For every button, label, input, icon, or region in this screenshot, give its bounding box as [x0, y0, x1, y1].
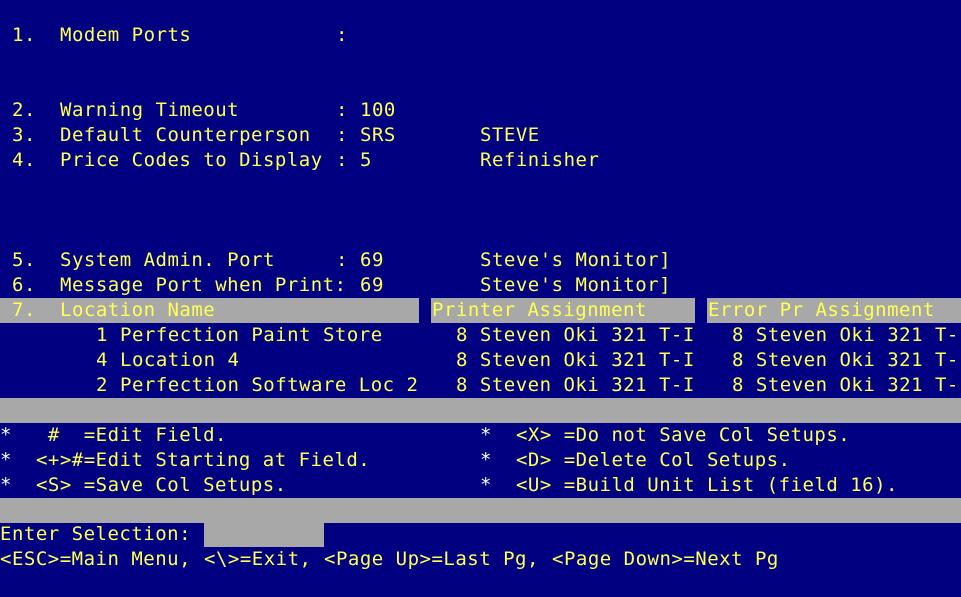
- location-name[interactable]: Perfection Paint Store: [120, 323, 383, 348]
- default-counterperson-value[interactable]: SRS: [360, 123, 396, 148]
- help-save-col-setups: <S> =Save Col Setups.: [24, 474, 287, 496]
- system-admin-port-description: Steve's Monitor]: [480, 249, 672, 271]
- message-port-description: Steve's Monitor]: [480, 274, 672, 296]
- help-do-not-save: <X> =Do not Save Col Setups.: [504, 424, 851, 446]
- main-menu-key[interactable]: <ESC>=Main Menu,: [0, 547, 191, 572]
- help-bullet: *: [480, 424, 492, 446]
- last-page-key[interactable]: <Page Up>=Last Pg,: [324, 547, 539, 572]
- help-edit-starting: <+>#=Edit Starting at Field.: [24, 449, 371, 471]
- field-5-label[interactable]: System Admin. Port: [60, 248, 275, 273]
- price-codes-description: Refinisher: [480, 149, 600, 171]
- field-6-label[interactable]: Message Port when Print:: [60, 273, 347, 298]
- location-id: 1: [96, 324, 108, 346]
- field-1-label[interactable]: Modem Ports: [60, 23, 191, 48]
- location-name-header[interactable]: Location Name: [60, 298, 215, 323]
- location-id: 2: [96, 374, 108, 396]
- warning-timeout-value[interactable]: 100: [360, 98, 396, 123]
- exit-key[interactable]: <\>=Exit,: [204, 547, 311, 572]
- field-3-label[interactable]: Default Counterperson: [60, 123, 311, 148]
- error-printer-assignment[interactable]: 8 Steven Oki 321 T-: [732, 323, 959, 348]
- default-counterperson-name: STEVE: [480, 124, 540, 146]
- printer-assignment-header[interactable]: Printer Assignment: [432, 298, 647, 323]
- field-5-separator: :: [336, 249, 348, 271]
- next-page-key[interactable]: <Page Down>=Next Pg: [552, 547, 779, 572]
- field-2-number: 2.: [12, 99, 36, 121]
- help-bullet: *: [480, 474, 492, 496]
- field-4-number: 4.: [12, 149, 36, 171]
- printer-assignment[interactable]: 8 Steven Oki 321 T-I: [456, 323, 695, 348]
- field-4-label[interactable]: Price Codes to Display: [60, 148, 323, 173]
- price-codes-value[interactable]: 5: [360, 148, 372, 173]
- location-name[interactable]: Location 4: [120, 348, 239, 373]
- location-id: 4: [96, 349, 108, 371]
- field-2-label[interactable]: Warning Timeout: [60, 98, 239, 123]
- field-1-number: 1.: [12, 24, 36, 46]
- help-delete-col-setups: <D> =Delete Col Setups.: [504, 449, 791, 471]
- system-admin-port-value[interactable]: 69: [360, 248, 384, 273]
- error-printer-assignment-header[interactable]: Error Pr Assignment: [708, 298, 935, 323]
- selection-input[interactable]: [204, 522, 324, 547]
- field-6-number: 6.: [12, 274, 36, 296]
- field-2-separator: :: [336, 99, 348, 121]
- help-bullet: *: [0, 474, 12, 496]
- printer-assignment[interactable]: 8 Steven Oki 321 T-I: [456, 348, 695, 373]
- help-bullet: *: [480, 449, 492, 471]
- field-5-number: 5.: [12, 249, 36, 271]
- enter-selection-label: Enter Selection:: [0, 523, 192, 545]
- field-4-separator: :: [336, 149, 348, 171]
- error-printer-assignment[interactable]: 8 Steven Oki 321 T-: [732, 348, 959, 373]
- help-divider-bottom: [0, 498, 961, 523]
- printer-assignment[interactable]: 8 Steven Oki 321 T-I: [456, 373, 695, 398]
- field-3-separator: :: [336, 124, 348, 146]
- help-edit-field: # =Edit Field.: [24, 424, 227, 446]
- help-build-unit-list: <U> =Build Unit List (field 16).: [504, 474, 898, 496]
- location-name[interactable]: Perfection Software Loc 2: [120, 373, 418, 398]
- message-port-value[interactable]: 69: [360, 273, 384, 298]
- error-printer-assignment[interactable]: 8 Steven Oki 321 T-: [732, 373, 959, 398]
- help-bullet: *: [0, 449, 12, 471]
- help-divider-top: [0, 398, 961, 423]
- help-bullet: *: [0, 424, 12, 446]
- terminal-screen: 1. Modem Ports : 2. Warning Timeout : 10…: [0, 0, 961, 597]
- field-7-number: 7.: [12, 299, 36, 321]
- field-1-separator: :: [336, 24, 348, 46]
- field-3-number: 3.: [12, 124, 36, 146]
